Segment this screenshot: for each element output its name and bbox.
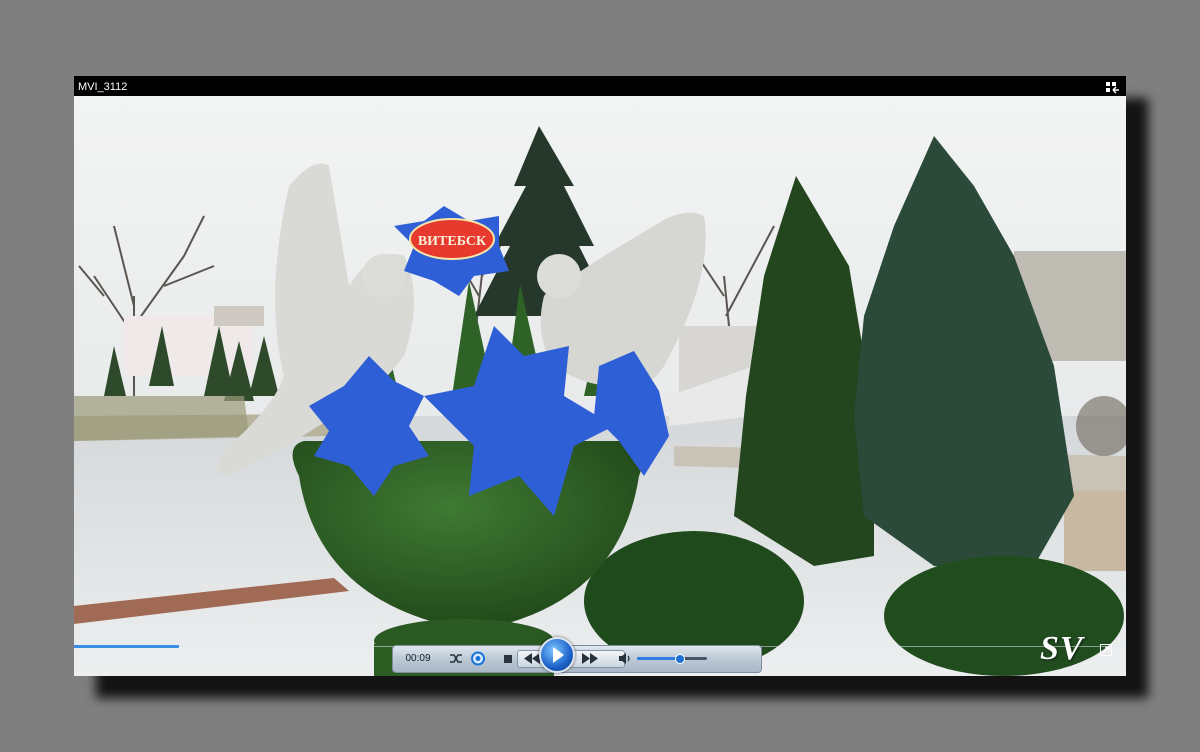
play-icon[interactable] xyxy=(539,637,575,673)
volume-level xyxy=(637,657,679,660)
next-icon[interactable] xyxy=(579,650,601,667)
video-scene: ВИТЕБСК xyxy=(74,96,1126,676)
playback-controls: 00:09 xyxy=(392,637,762,673)
video-frame[interactable]: ВИТЕБСК 00:09 SV xyxy=(74,96,1126,676)
elapsed-time: 00:09 xyxy=(405,653,431,664)
city-sign-text: ВИТЕБСК xyxy=(418,234,487,249)
fullscreen-toggle-icon[interactable] xyxy=(1106,80,1120,94)
watermark-logo: SV xyxy=(1040,630,1084,667)
stop-icon[interactable] xyxy=(501,650,515,667)
seek-progress xyxy=(74,645,180,648)
speaker-icon[interactable] xyxy=(617,650,633,667)
popout-icon[interactable] xyxy=(1100,644,1112,656)
volume-slider[interactable] xyxy=(637,654,707,664)
shrub xyxy=(884,556,1124,676)
volume-knob[interactable] xyxy=(675,654,685,664)
window-title: MVI_3112 xyxy=(78,81,128,93)
media-player-window: MVI_3112 ВИТЕБСК 00:09 SV xyxy=(74,76,1126,676)
repeat-icon[interactable] xyxy=(469,650,487,667)
shuffle-icon[interactable] xyxy=(447,650,465,667)
title-bar: MVI_3112 xyxy=(74,76,1126,96)
